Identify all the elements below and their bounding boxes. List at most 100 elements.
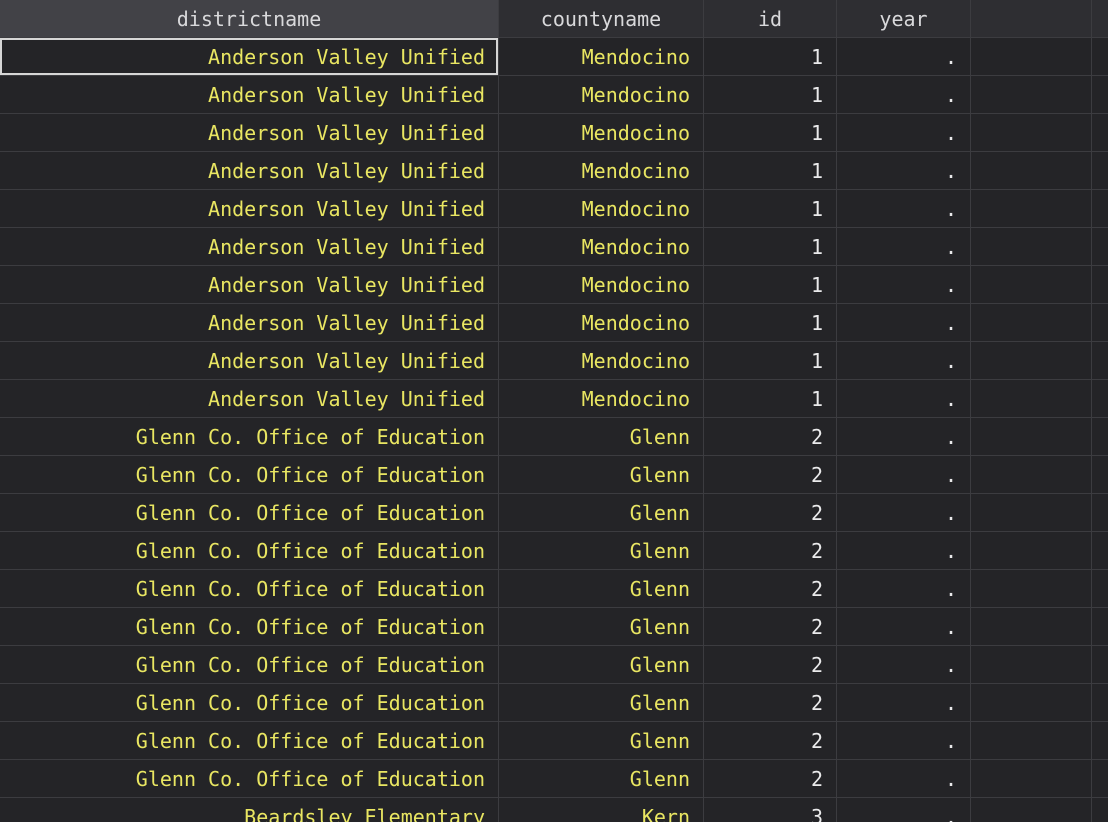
column-header-id[interactable]: id: [704, 0, 837, 37]
cell-blank1[interactable]: [971, 798, 1092, 822]
cell-countyname[interactable]: Glenn: [499, 722, 704, 759]
cell-districtname[interactable]: Glenn Co. Office of Education: [0, 646, 499, 683]
cell-blank1[interactable]: [971, 722, 1092, 759]
cell-id[interactable]: 2: [704, 608, 837, 645]
cell-id[interactable]: 2: [704, 646, 837, 683]
cell-blank1[interactable]: [971, 342, 1092, 379]
cell-districtname[interactable]: Anderson Valley Unified: [0, 190, 499, 227]
cell-year[interactable]: .: [837, 342, 971, 379]
cell-countyname[interactable]: Mendocino: [499, 38, 704, 75]
cell-id[interactable]: 1: [704, 342, 837, 379]
cell-year[interactable]: .: [837, 646, 971, 683]
cell-blank1[interactable]: [971, 266, 1092, 303]
cell-id[interactable]: 1: [704, 190, 837, 227]
cell-districtname[interactable]: Anderson Valley Unified: [0, 380, 499, 417]
cell-id[interactable]: 2: [704, 418, 837, 455]
cell-year[interactable]: .: [837, 684, 971, 721]
cell-blank1[interactable]: [971, 380, 1092, 417]
cell-id[interactable]: 2: [704, 456, 837, 493]
cell-countyname[interactable]: Glenn: [499, 456, 704, 493]
cell-countyname[interactable]: Glenn: [499, 760, 704, 797]
cell-year[interactable]: .: [837, 570, 971, 607]
cell-blank1[interactable]: [971, 152, 1092, 189]
cell-blank1[interactable]: [971, 456, 1092, 493]
cell-year[interactable]: .: [837, 456, 971, 493]
cell-id[interactable]: 1: [704, 114, 837, 151]
cell-id[interactable]: 2: [704, 570, 837, 607]
cell-districtname[interactable]: Glenn Co. Office of Education: [0, 760, 499, 797]
cell-blank2[interactable]: [1092, 608, 1108, 645]
cell-year[interactable]: .: [837, 760, 971, 797]
cell-blank1[interactable]: [971, 684, 1092, 721]
cell-countyname[interactable]: Glenn: [499, 494, 704, 531]
cell-id[interactable]: 2: [704, 684, 837, 721]
cell-blank1[interactable]: [971, 114, 1092, 151]
cell-id[interactable]: 2: [704, 722, 837, 759]
cell-countyname[interactable]: Mendocino: [499, 228, 704, 265]
cell-year[interactable]: .: [837, 722, 971, 759]
cell-districtname[interactable]: Anderson Valley Unified: [0, 228, 499, 265]
cell-blank2[interactable]: [1092, 456, 1108, 493]
cell-blank2[interactable]: [1092, 342, 1108, 379]
cell-districtname[interactable]: Glenn Co. Office of Education: [0, 570, 499, 607]
cell-blank2[interactable]: [1092, 304, 1108, 341]
cell-blank2[interactable]: [1092, 152, 1108, 189]
cell-year[interactable]: .: [837, 380, 971, 417]
cell-districtname[interactable]: Glenn Co. Office of Education: [0, 418, 499, 455]
column-header-blank[interactable]: [1092, 0, 1108, 37]
column-header-blank[interactable]: [971, 0, 1092, 37]
cell-countyname[interactable]: Mendocino: [499, 342, 704, 379]
cell-blank2[interactable]: [1092, 266, 1108, 303]
cell-id[interactable]: 1: [704, 228, 837, 265]
cell-countyname[interactable]: Mendocino: [499, 190, 704, 227]
cell-countyname[interactable]: Glenn: [499, 532, 704, 569]
cell-countyname[interactable]: Glenn: [499, 418, 704, 455]
cell-blank2[interactable]: [1092, 760, 1108, 797]
cell-year[interactable]: .: [837, 798, 971, 822]
cell-districtname[interactable]: Anderson Valley Unified: [0, 76, 499, 113]
cell-districtname[interactable]: Glenn Co. Office of Education: [0, 684, 499, 721]
cell-countyname[interactable]: Glenn: [499, 646, 704, 683]
cell-id[interactable]: 2: [704, 532, 837, 569]
cell-year[interactable]: .: [837, 304, 971, 341]
cell-districtname[interactable]: Glenn Co. Office of Education: [0, 494, 499, 531]
cell-year[interactable]: .: [837, 494, 971, 531]
cell-year[interactable]: .: [837, 190, 971, 227]
cell-countyname[interactable]: Mendocino: [499, 380, 704, 417]
cell-districtname[interactable]: Glenn Co. Office of Education: [0, 456, 499, 493]
cell-districtname[interactable]: Beardsley Elementary: [0, 798, 499, 822]
cell-blank1[interactable]: [971, 228, 1092, 265]
cell-countyname[interactable]: Mendocino: [499, 304, 704, 341]
cell-year[interactable]: .: [837, 76, 971, 113]
cell-blank2[interactable]: [1092, 190, 1108, 227]
cell-id[interactable]: 1: [704, 266, 837, 303]
cell-districtname[interactable]: Anderson Valley Unified: [0, 266, 499, 303]
cell-blank2[interactable]: [1092, 646, 1108, 683]
cell-year[interactable]: .: [837, 38, 971, 75]
selected-cell-districtname[interactable]: Anderson Valley Unified: [0, 38, 499, 75]
cell-blank1[interactable]: [971, 608, 1092, 645]
cell-districtname[interactable]: Anderson Valley Unified: [0, 304, 499, 341]
cell-countyname[interactable]: Mendocino: [499, 266, 704, 303]
cell-countyname[interactable]: Glenn: [499, 608, 704, 645]
cell-id[interactable]: 1: [704, 38, 837, 75]
cell-year[interactable]: .: [837, 152, 971, 189]
cell-year[interactable]: .: [837, 114, 971, 151]
cell-blank2[interactable]: [1092, 418, 1108, 455]
cell-blank2[interactable]: [1092, 38, 1108, 75]
cell-blank2[interactable]: [1092, 76, 1108, 113]
cell-year[interactable]: .: [837, 608, 971, 645]
cell-blank1[interactable]: [971, 570, 1092, 607]
cell-districtname[interactable]: Glenn Co. Office of Education: [0, 722, 499, 759]
cell-blank2[interactable]: [1092, 798, 1108, 822]
cell-blank2[interactable]: [1092, 722, 1108, 759]
cell-blank2[interactable]: [1092, 532, 1108, 569]
cell-blank1[interactable]: [971, 646, 1092, 683]
column-header-year[interactable]: year: [837, 0, 971, 37]
cell-districtname[interactable]: Anderson Valley Unified: [0, 152, 499, 189]
cell-blank2[interactable]: [1092, 570, 1108, 607]
cell-blank1[interactable]: [971, 418, 1092, 455]
cell-countyname[interactable]: Mendocino: [499, 152, 704, 189]
cell-blank1[interactable]: [971, 494, 1092, 531]
cell-districtname[interactable]: Glenn Co. Office of Education: [0, 608, 499, 645]
